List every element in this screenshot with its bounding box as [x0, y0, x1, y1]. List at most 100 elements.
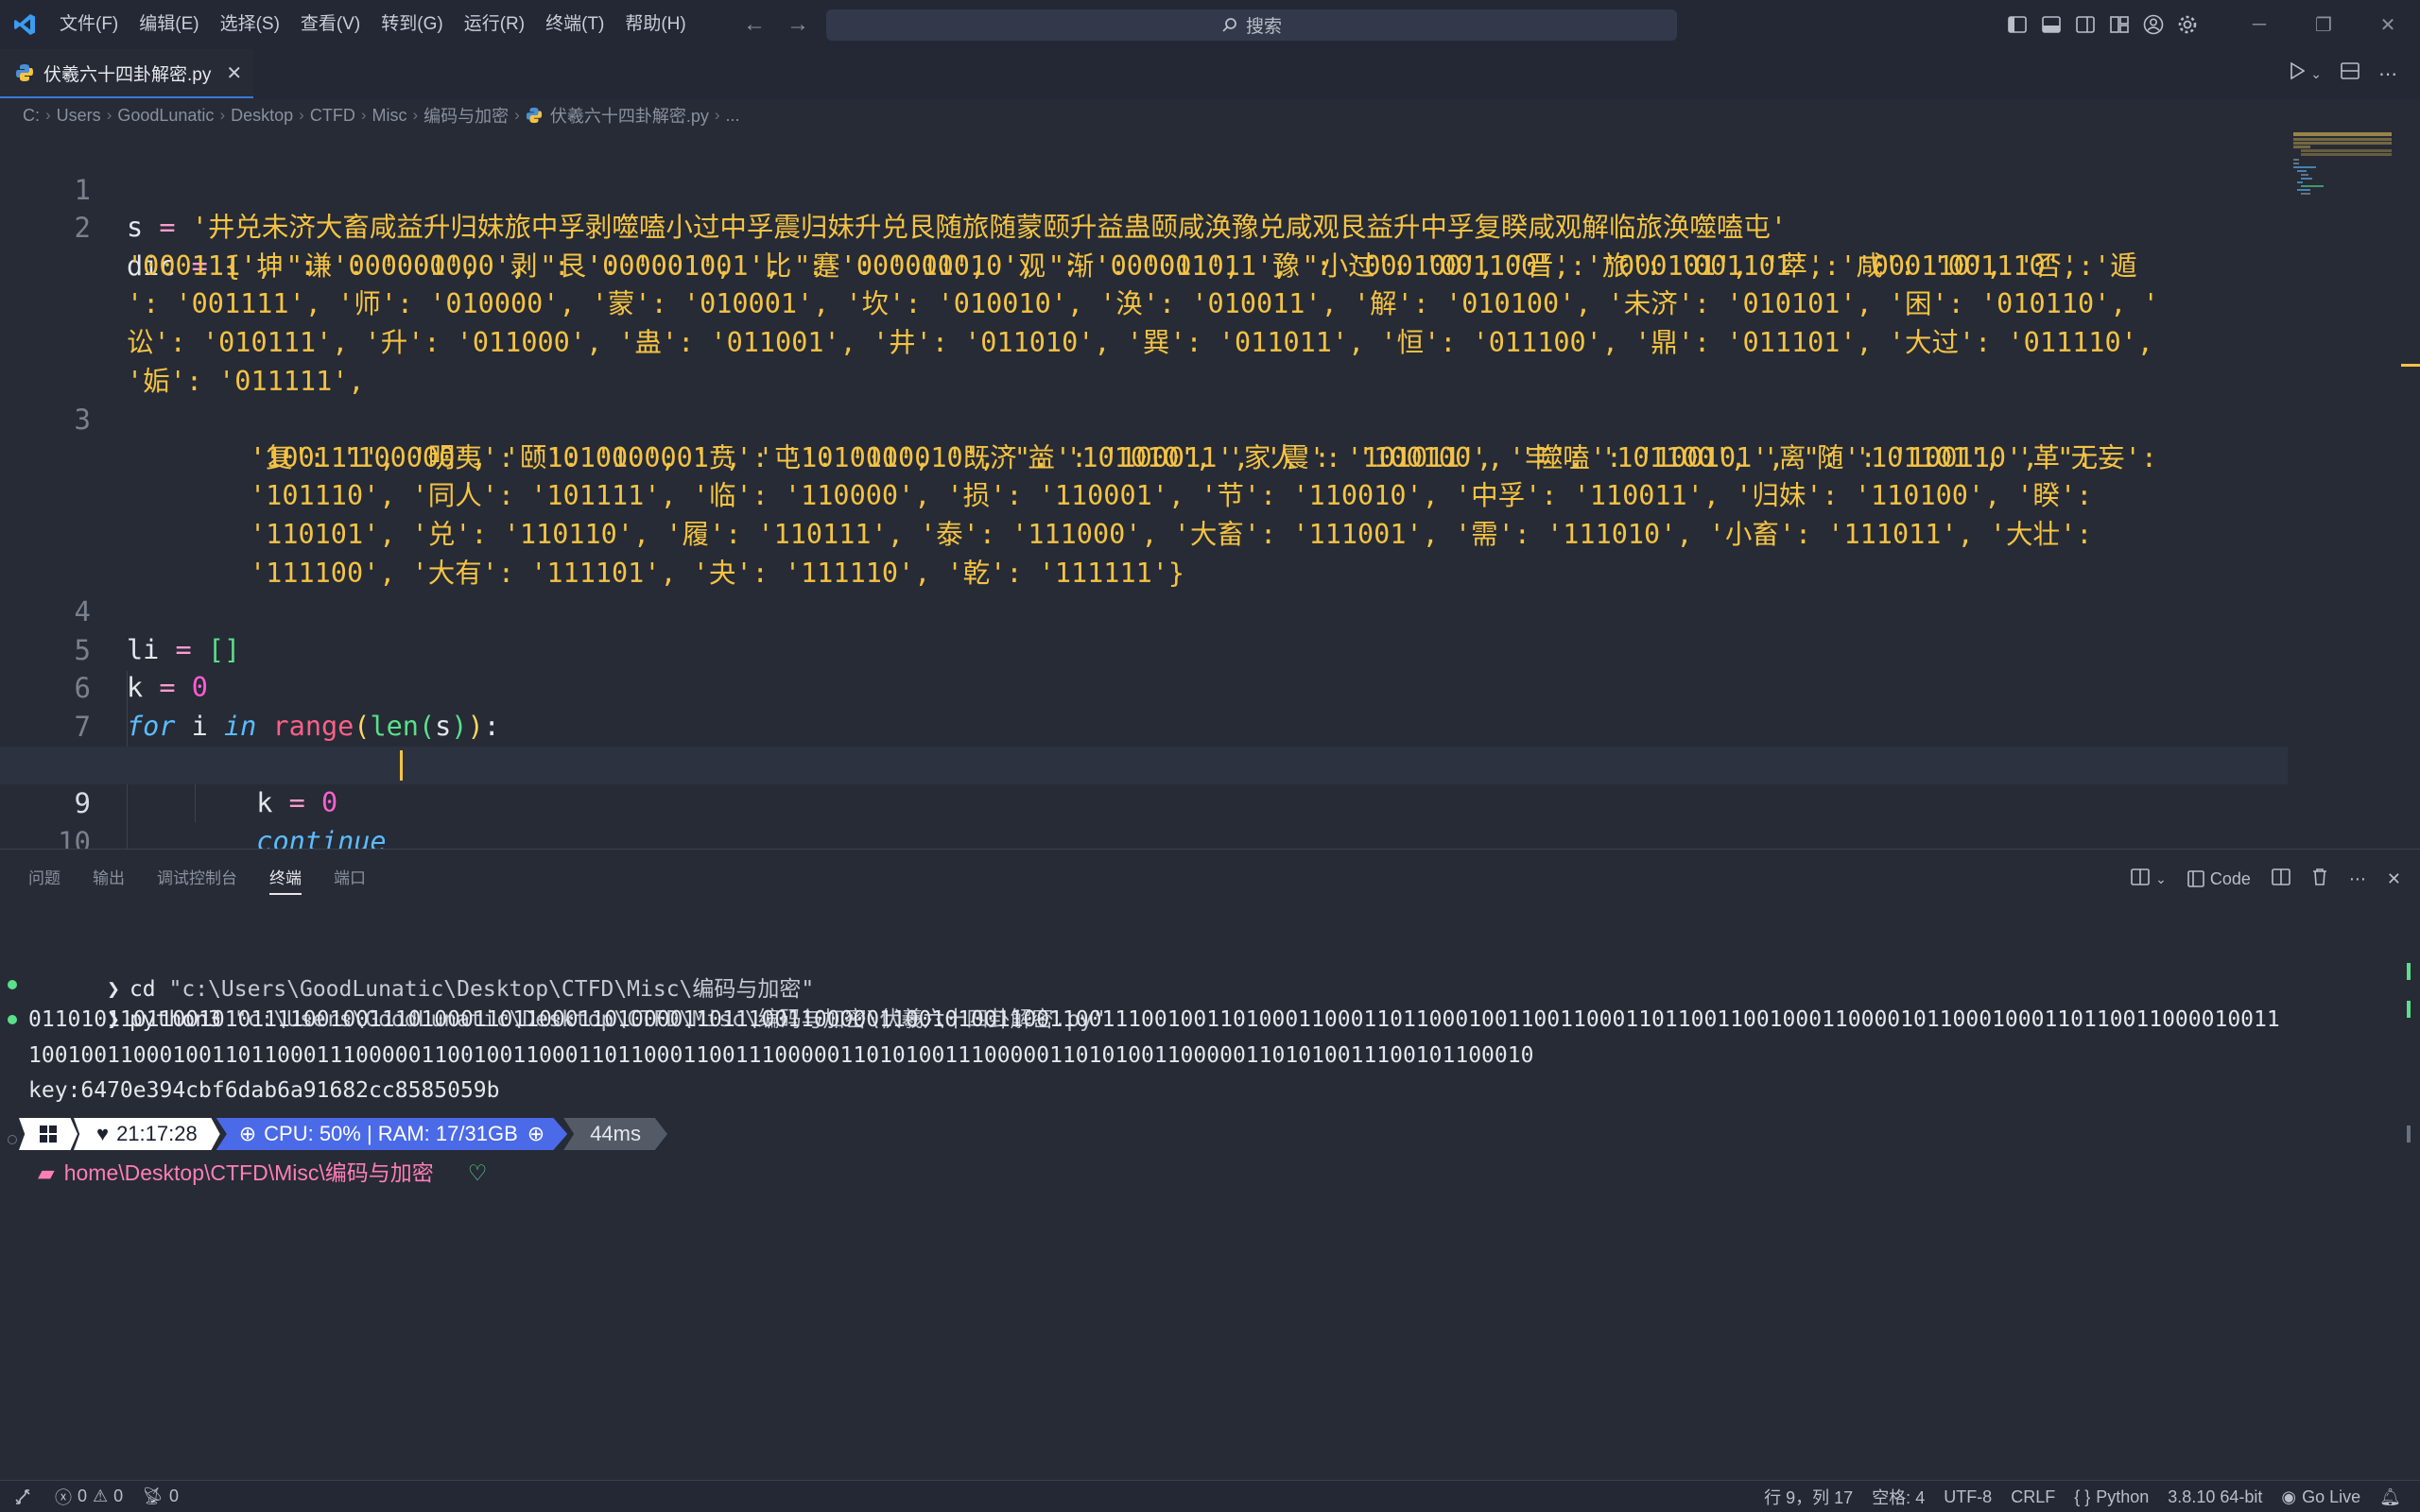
breadcrumb-item[interactable]: GoodLunatic — [117, 106, 214, 126]
menu-help[interactable]: 帮助(H) — [614, 0, 696, 49]
menu-terminal[interactable]: 终端(T) — [535, 0, 614, 49]
indentation[interactable]: 空格: 4 — [1862, 1485, 1934, 1509]
go-live-button[interactable]: ◉ Go Live — [2272, 1487, 2370, 1507]
tab-close-icon[interactable]: ✕ — [226, 61, 242, 85]
broadcast-icon: ◉ — [2281, 1486, 2297, 1506]
close-window-icon[interactable]: ✕ — [2356, 0, 2420, 49]
command-success-dot-icon[interactable] — [8, 980, 17, 989]
code-editor[interactable]: 1 s = '井兑未济大畜咸益升归妹旅中孚剥噬嗑小过中孚震归妹升兑艮随旅随蒙颐升… — [0, 132, 2420, 849]
menu-go[interactable]: 转到(G) — [371, 0, 453, 49]
run-dropdown-chevron-icon[interactable]: ⌄ — [2310, 66, 2322, 82]
text-cursor — [400, 749, 403, 781]
breadcrumb-item[interactable]: 编码与加密 — [424, 103, 509, 128]
more-actions-icon[interactable]: ⋯ — [2378, 62, 2397, 86]
prompt-time-segment: ♥ 21:17:28 — [74, 1118, 220, 1150]
minimize-icon[interactable]: ─ — [2227, 0, 2291, 49]
code-line-wrap: '110101', '兑': '110110', '履': '110111', … — [0, 477, 2288, 550]
file-encoding[interactable]: UTF-8 — [1934, 1487, 2001, 1507]
breadcrumb-file[interactable]: 伏羲六十四卦解密.py — [550, 103, 709, 128]
toggle-secondary-sidebar-icon[interactable] — [2074, 13, 2097, 36]
terminal-profile[interactable]: Code — [2187, 869, 2251, 889]
braces-icon: { } — [2074, 1486, 2091, 1506]
run-python-file-icon[interactable] — [2290, 61, 2306, 85]
prompt-path-line: ▰ home\Desktop\CTFD\Misc\编码与加密 ♡ — [38, 1156, 487, 1190]
ports-count: 0 — [169, 1486, 180, 1505]
more-actions-icon[interactable]: ⋯ — [2349, 869, 2366, 889]
back-arrow-icon[interactable]: ← — [743, 11, 766, 38]
breadcrumb-item[interactable]: Users — [57, 106, 101, 126]
language-mode[interactable]: { } Python — [2065, 1487, 2158, 1507]
vscode-logo-icon — [0, 0, 49, 49]
python-file-icon — [16, 64, 33, 81]
bottom-panel: 问题 输出 调试控制台 终端 端口 ⌄ Code ⋯ ✕ ❯ cd "c:\Use… — [0, 849, 2420, 1480]
forward-arrow-icon[interactable]: → — [786, 11, 809, 38]
breadcrumb-item[interactable]: CTFD — [310, 106, 355, 126]
code-line: 7 if k == 1: — [0, 669, 2288, 781]
split-editor-icon[interactable] — [2341, 62, 2360, 85]
breadcrumb-item[interactable]: Desktop — [231, 106, 293, 126]
tab-terminal[interactable]: 终端 — [269, 850, 302, 908]
terminal-output-line: 1001001100010011011000111000001100100110… — [28, 1043, 1534, 1068]
customize-layout-icon[interactable] — [2108, 13, 2131, 36]
new-terminal-split-icon[interactable] — [2131, 868, 2150, 890]
menu-selection[interactable]: 选择(S) — [210, 0, 290, 49]
python-interpreter[interactable]: 3.8.10 64-bit — [2158, 1487, 2272, 1507]
terminal-dropdown-chevron-icon[interactable]: ⌄ — [2155, 871, 2167, 887]
windows-logo-icon — [19, 1118, 78, 1150]
problems-status[interactable]: ⓧ 0 ⚠ 0 — [45, 1485, 132, 1509]
code-line: 5 k = 0 — [0, 593, 2288, 704]
notifications-bell-icon[interactable]: 🔔︎ — [2370, 1487, 2411, 1507]
chevron-right-icon: › — [714, 106, 720, 124]
editor-tab[interactable]: 伏羲六十四卦解密.py ✕ — [0, 49, 253, 98]
command-center-search[interactable]: 搜索 — [826, 9, 1677, 41]
code-line-wrap: '111100', '大有': '111101', '夬': '111110',… — [0, 516, 2288, 589]
search-placeholder: 搜索 — [1245, 17, 1282, 37]
warning-count: 0 — [113, 1486, 124, 1505]
chevron-right-icon: › — [514, 106, 520, 124]
code-line-wrap: '姤': '011111', — [0, 324, 2288, 397]
code-line: 8 k = 0 — [0, 708, 2288, 819]
terminal-command-line: ❯ python3 "c:\Users\GoodLunatic\Desktop\C… — [28, 969, 1106, 1032]
heart-icon: ♥ — [96, 1122, 110, 1145]
terminal-output-line: 0110101101100101011110010011101000110110… — [28, 1007, 2280, 1032]
toggle-panel-icon[interactable] — [2040, 13, 2063, 36]
chevron-right-icon: › — [219, 106, 226, 124]
terminal-scrollbar[interactable] — [2407, 963, 2411, 1152]
tab-problems[interactable]: 问题 — [28, 850, 60, 908]
split-terminal-icon[interactable] — [2272, 868, 2290, 890]
end-of-line[interactable]: CRLF — [2001, 1487, 2065, 1507]
cursor-position[interactable]: 行 9，列 17 — [1754, 1485, 1862, 1509]
editor-scrollbar[interactable] — [2401, 132, 2420, 849]
breadcrumb-ellipsis[interactable]: ... — [726, 106, 740, 126]
terminal-output-key: key:6470e394cbf6dab6a91682cc8585059b — [28, 1078, 500, 1103]
warning-icon: ⚠ — [93, 1486, 109, 1505]
tab-debug-console[interactable]: 调试控制台 — [157, 850, 237, 908]
restore-icon[interactable]: ❐ — [2291, 0, 2356, 49]
command-success-dot-icon[interactable] — [8, 1015, 17, 1024]
account-icon[interactable] — [2142, 13, 2165, 36]
menu-edit[interactable]: 编辑(E) — [129, 0, 209, 49]
menu-file[interactable]: 文件(F) — [49, 0, 129, 49]
menu-run[interactable]: 运行(R) — [454, 0, 535, 49]
breadcrumb-item[interactable]: Misc — [372, 106, 407, 126]
minimap[interactable] — [2293, 132, 2399, 227]
ports-status[interactable]: 📡︎ 0 — [132, 1486, 188, 1506]
terminal[interactable]: ❯ cd "c:\Users\GoodLunatic\Desktop\CTFD\M… — [0, 938, 2401, 1468]
command-pending-dot-icon[interactable] — [8, 1135, 17, 1144]
language-label: Python — [2096, 1486, 2150, 1506]
tab-ports[interactable]: 端口 — [334, 850, 366, 908]
code-line-wrap: ': '001111', '师': '010000', '蒙': '010001… — [0, 248, 2288, 319]
breadcrumb-item[interactable]: C: — [23, 106, 40, 126]
terminal-window-icon — [2187, 870, 2204, 887]
remote-indicator-icon[interactable] — [0, 1481, 45, 1512]
layout-controls — [2006, 0, 2199, 49]
tab-output[interactable]: 输出 — [93, 850, 125, 908]
close-panel-icon[interactable]: ✕ — [2387, 869, 2401, 889]
prompt-path: home\Desktop\CTFD\Misc\编码与加密 — [63, 1160, 434, 1185]
code-line-wrap: '000111', '谦': '001000', '艮': '001001', … — [0, 209, 2288, 282]
chevron-right-icon: › — [412, 106, 419, 124]
toggle-primary-sidebar-icon[interactable] — [2006, 13, 2029, 36]
kill-terminal-trash-icon[interactable] — [2311, 868, 2328, 891]
menu-view[interactable]: 查看(V) — [290, 0, 371, 49]
settings-gear-icon[interactable] — [2176, 13, 2199, 36]
